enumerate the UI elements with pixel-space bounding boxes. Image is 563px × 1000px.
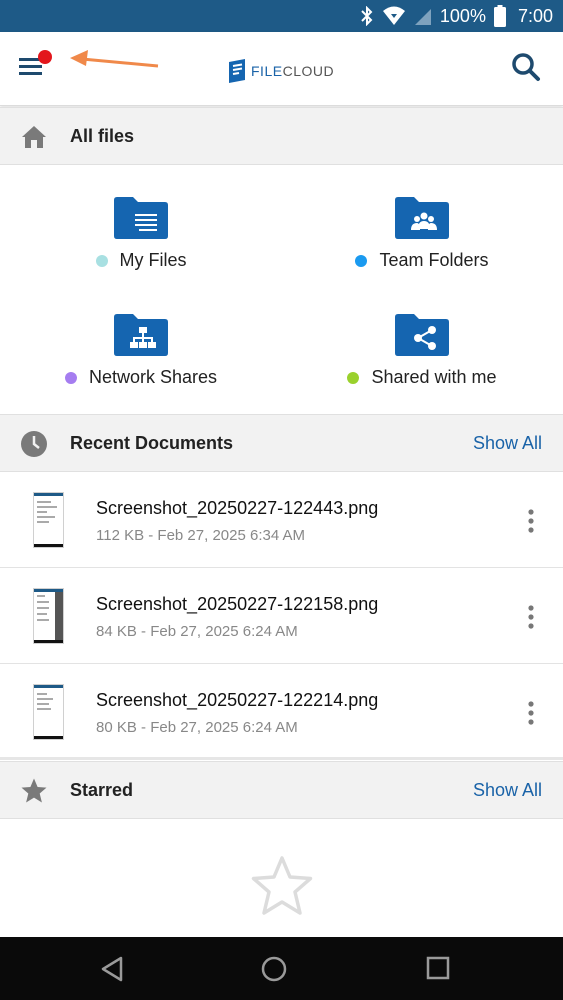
file-thumbnail — [33, 492, 64, 548]
battery-icon — [493, 5, 506, 27]
team-folders-label: Team Folders — [379, 250, 489, 270]
document-folder-icon — [114, 197, 168, 239]
network-shares-dot — [64, 371, 77, 384]
shared-with-me-item[interactable]: Shared with me — [322, 313, 522, 388]
starred-show-all-link[interactable]: Show All — [473, 780, 542, 801]
android-navigation-bar — [0, 937, 563, 1000]
empty-star-icon — [250, 855, 314, 917]
file-row[interactable]: Screenshot_20250227-122443.png 112 KB - … — [0, 472, 563, 568]
back-icon[interactable] — [99, 955, 127, 983]
home-button-icon[interactable] — [260, 955, 288, 983]
signal-icon — [414, 6, 432, 26]
recent-apps-icon[interactable] — [425, 955, 453, 983]
team-folder-icon — [395, 197, 449, 239]
my-files-item[interactable]: My Files — [41, 196, 241, 271]
file-row[interactable]: Screenshot_20250227-122214.png 80 KB - F… — [0, 664, 563, 760]
starred-title: Starred — [70, 779, 134, 800]
all-files-header[interactable]: All files — [0, 107, 563, 165]
clock-time: 7:00 — [517, 5, 553, 26]
annotation-arrow — [60, 48, 162, 77]
more-options-icon[interactable] — [523, 508, 539, 534]
file-name: Screenshot_20250227-122443.png — [96, 498, 379, 518]
starred-header: Starred Show All — [0, 761, 563, 819]
file-name: Screenshot_20250227-122158.png — [96, 594, 379, 614]
notification-badge — [38, 50, 52, 64]
more-options-icon[interactable] — [523, 604, 539, 630]
star-icon — [20, 777, 48, 805]
network-shares-item[interactable]: Network Shares — [41, 313, 241, 388]
recent-documents-title: Recent Documents — [70, 432, 234, 453]
filecloud-logo: FILECLOUD — [227, 58, 334, 84]
shared-folder-icon — [395, 314, 449, 356]
my-files-label: My Files — [119, 250, 187, 270]
shared-with-me-label: Shared with me — [371, 367, 497, 387]
recent-documents-header: Recent Documents Show All — [0, 414, 563, 472]
app-bar: FILECLOUD — [0, 32, 563, 106]
team-folders-item[interactable]: Team Folders — [322, 196, 522, 271]
shared-with-me-dot — [347, 371, 360, 384]
network-folder-icon — [114, 314, 168, 356]
my-files-dot — [95, 254, 108, 267]
search-icon[interactable] — [511, 52, 543, 84]
status-bar: 100% 7:00 — [0, 0, 563, 32]
clock-icon — [20, 430, 48, 458]
file-thumbnail — [33, 588, 64, 644]
file-meta: 84 KB - Feb 27, 2025 6:24 AM — [96, 623, 298, 640]
wifi-icon — [382, 6, 406, 26]
team-folders-dot — [355, 254, 368, 267]
logo-text: FILECLOUD — [251, 63, 335, 79]
all-files-title: All files — [70, 125, 135, 146]
network-shares-label: Network Shares — [88, 367, 218, 387]
bluetooth-icon — [360, 6, 374, 26]
file-meta: 80 KB - Feb 27, 2025 6:24 AM — [96, 719, 298, 736]
filecloud-logo-icon — [229, 59, 245, 83]
home-icon — [20, 123, 48, 151]
battery-level: 100% — [439, 5, 486, 26]
recent-show-all-link[interactable]: Show All — [473, 433, 542, 454]
more-options-icon[interactable] — [523, 700, 539, 726]
file-name: Screenshot_20250227-122214.png — [96, 690, 379, 710]
file-meta: 112 KB - Feb 27, 2025 6:34 AM — [96, 527, 306, 544]
file-thumbnail — [33, 684, 64, 740]
file-row[interactable]: Screenshot_20250227-122158.png 84 KB - F… — [0, 568, 563, 664]
